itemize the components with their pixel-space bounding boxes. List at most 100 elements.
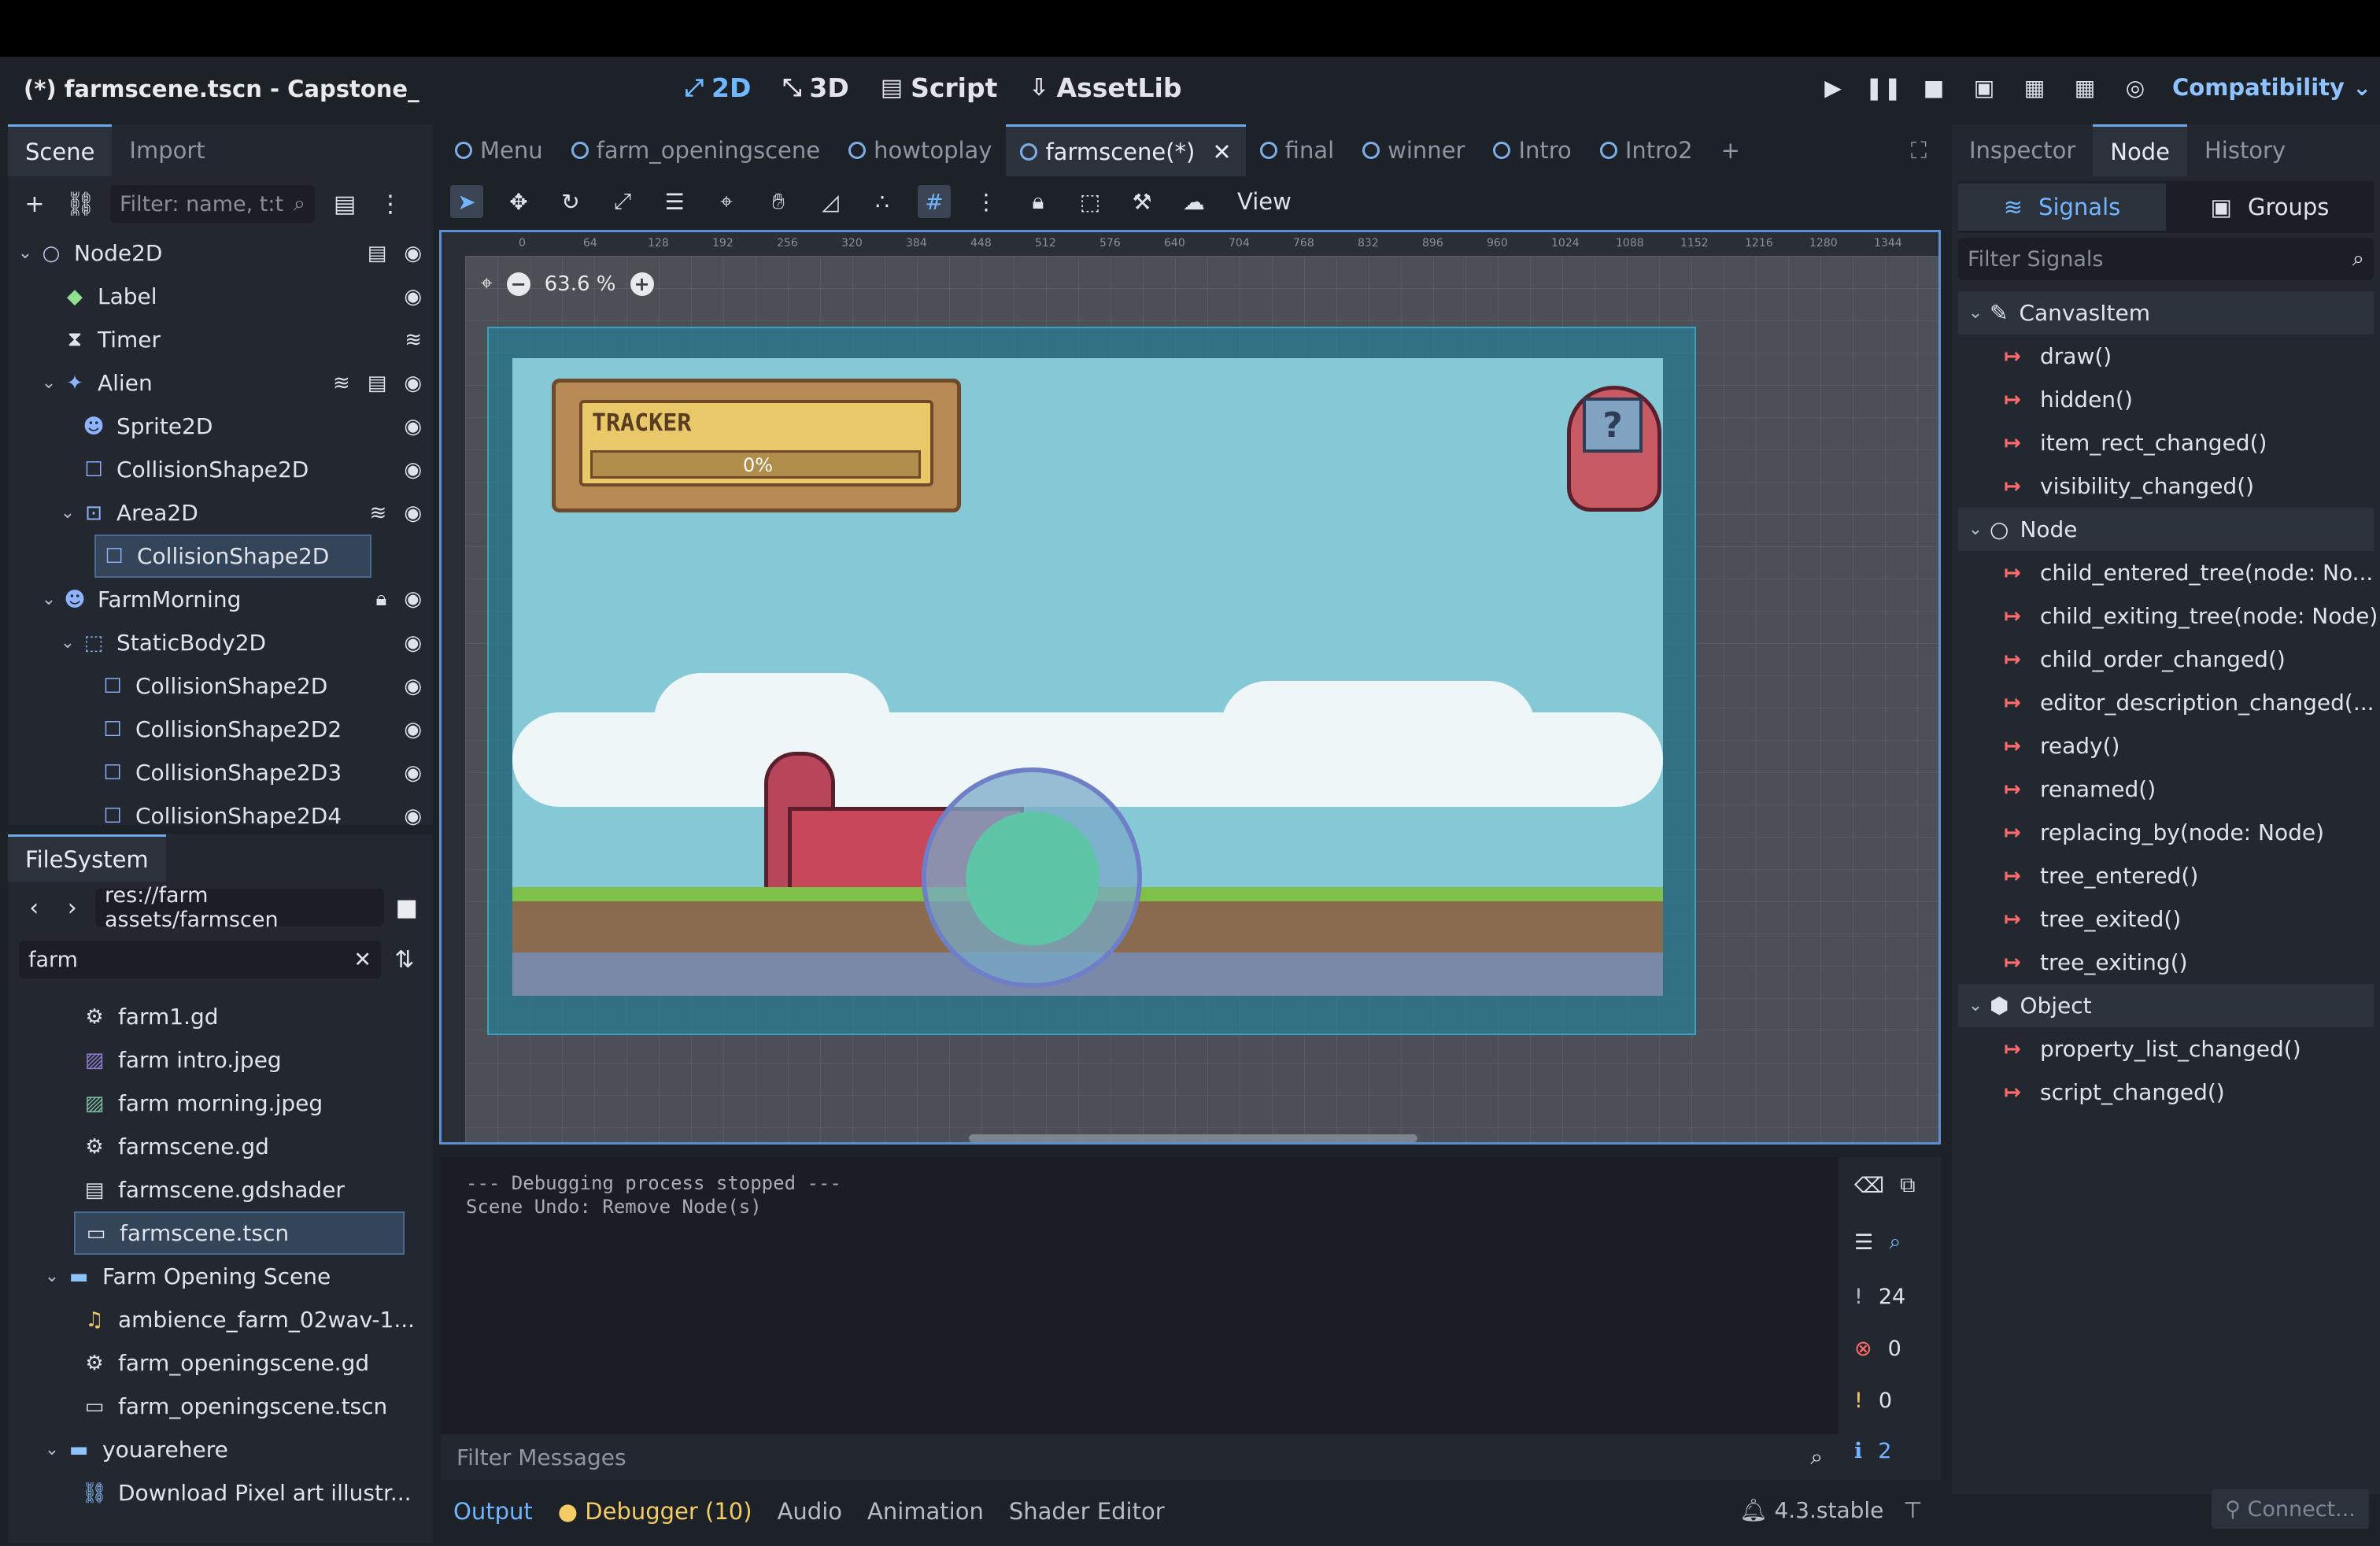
canvas-viewport[interactable]: 0 64 128 192 256 320 384 448 512 576 640 704 768 832 8… [439, 230, 1941, 1145]
visibility-eye-icon[interactable]: ◉ [404, 718, 422, 742]
pan-mode-button[interactable]: ✋︎ [762, 185, 795, 218]
zoom-in-button[interactable]: + [630, 272, 654, 296]
copy-icon[interactable]: ⧉ [1900, 1173, 1915, 1198]
signal-item[interactable]: ↦ tree_exiting() [1952, 941, 2380, 984]
tab-debugger[interactable]: ● Debugger (10) [558, 1498, 752, 1525]
tab-menu[interactable]: Menu [441, 124, 557, 176]
collapse-icon[interactable]: ☰ [1854, 1230, 1873, 1255]
signal-item[interactable]: ↦ script_changed() [1952, 1071, 2380, 1114]
signal-item[interactable]: ↦ editor_description_changed(... [1952, 681, 2380, 724]
tab-inspector[interactable]: Inspector [1952, 124, 2093, 176]
script-icon[interactable]: ▤ [368, 242, 387, 265]
tree-item-alien[interactable]: ⌄ ✦ Alien ≋ ▤ ◉ [8, 361, 433, 405]
visibility-eye-icon[interactable]: ◉ [404, 587, 422, 612]
file-item-farmscene-tscn[interactable]: ▭ farmscene.tscn [74, 1211, 405, 1255]
signal-icon[interactable]: ≋ [405, 328, 422, 352]
layout-toggle-button[interactable]: ■ [392, 892, 422, 923]
connect-button[interactable]: ⚲ Connect... [2212, 1489, 2369, 1529]
tab-filesystem[interactable]: FileSystem [8, 834, 166, 882]
horizontal-scrollbar[interactable] [969, 1134, 1417, 1142]
signal-item[interactable]: ↦ replacing_by(node: Node) [1952, 811, 2380, 854]
script-icon[interactable]: ▤ [368, 372, 387, 395]
stop-button[interactable]: ■ [1919, 72, 1949, 102]
instance-scene-button[interactable]: ⛓ [65, 188, 96, 220]
view-menu[interactable]: View [1237, 188, 1292, 215]
3d-button[interactable]: ⤡ 3D [782, 72, 848, 103]
2d-button[interactable]: ⤢ 2D [685, 72, 751, 103]
file-item-download-pixel-art[interactable]: ⛓ Download Pixel art illustr... [8, 1471, 433, 1515]
pause-button[interactable]: ❚❚ [1865, 72, 1902, 102]
signal-group-object[interactable]: ⌄ ⬢ Object [1958, 984, 2374, 1027]
search-icon[interactable]: ⌕ [1889, 1230, 1901, 1255]
snap-options-button[interactable]: ⋮ [970, 185, 1003, 218]
add-node-button[interactable]: + [19, 188, 50, 220]
tab-farm-openingscene[interactable]: farm_openingscene [557, 124, 834, 176]
visibility-eye-icon[interactable]: ◉ [404, 631, 422, 655]
tab-shader-editor[interactable]: Shader Editor [1009, 1498, 1165, 1525]
grid-snap-button[interactable]: # [918, 185, 951, 218]
signal-item[interactable]: ↦ property_list_changed() [1952, 1027, 2380, 1071]
play-scene-button[interactable]: ▦ [2020, 72, 2049, 102]
smart-snap-button[interactable]: ∴ [866, 185, 899, 218]
scale-mode-button[interactable]: ⤢ [606, 185, 639, 218]
visibility-eye-icon[interactable]: ◉ [404, 804, 422, 828]
close-icon[interactable]: ✕ [353, 948, 371, 972]
move-mode-button[interactable]: ✥ [502, 185, 535, 218]
signal-item[interactable]: ↦ child_order_changed() [1952, 638, 2380, 681]
tree-item-collisionshape2d2[interactable]: ☐ CollisionShape2D2 ◉ [8, 708, 433, 751]
tab-scene[interactable]: Scene [8, 124, 113, 176]
forward-button[interactable]: › [57, 892, 87, 923]
zoom-level[interactable]: 63.6 % [545, 272, 616, 296]
clear-icon[interactable]: ⌫ [1854, 1174, 1884, 1198]
file-item-farm-openingscene-tscn[interactable]: ▭ farm_openingscene.tscn [8, 1385, 433, 1428]
movie-maker-button[interactable]: ◎ [2120, 72, 2150, 102]
tree-item-sprite2d[interactable]: ☻ Sprite2D ◉ [8, 405, 433, 448]
signal-item[interactable]: ↦ child_exiting_tree(node: Node) [1952, 594, 2380, 638]
scene-menu-button[interactable]: ⋮ [375, 188, 406, 220]
play-button[interactable]: ▶ [1818, 72, 1848, 102]
tab-import[interactable]: Import [112, 124, 222, 176]
signal-item[interactable]: ↦ renamed() [1952, 767, 2380, 811]
visibility-eye-icon[interactable]: ◉ [404, 415, 422, 438]
pivot-mode-button[interactable]: ⌖ [710, 185, 743, 218]
file-search-input[interactable]: farm ✕ [19, 941, 381, 978]
tracker-panel[interactable]: TRACKER 0% [552, 379, 961, 512]
back-button[interactable]: ‹ [19, 892, 49, 923]
lock-button[interactable]: 🔒︎ [1022, 185, 1055, 218]
tab-final[interactable]: final [1246, 124, 1348, 176]
list-select-button[interactable]: ☰ [658, 185, 691, 218]
tree-item-staticbody2d[interactable]: ⌄ ⬚ StaticBody2D ◉ [8, 621, 433, 664]
signal-item[interactable]: ↦ item_rect_changed() [1952, 421, 2380, 464]
tree-item-timer[interactable]: ⧗ Timer ≋ [8, 318, 433, 361]
signals-tab[interactable]: ≋ Signals [1958, 183, 2166, 231]
signal-item[interactable]: ↦ hidden() [1952, 378, 2380, 421]
zoom-out-button[interactable]: − [506, 272, 530, 296]
add-tab-button[interactable]: + [1707, 124, 1754, 176]
signal-item[interactable]: ↦ tree_exited() [1952, 897, 2380, 941]
folder-farm-opening-scene[interactable]: ⌄ ▬ Farm Opening Scene [8, 1255, 433, 1298]
groups-tab[interactable]: ▣ Groups [2166, 183, 2374, 231]
assetlib-button[interactable]: ⇩ AssetLib [1029, 72, 1181, 103]
tree-item-area2d[interactable]: ⌄ ⊡ Area2D ≋ ◉ [8, 491, 433, 534]
file-item-ambience[interactable]: ♫ ambience_farm_02wav-1... [8, 1298, 433, 1341]
signal-item[interactable]: ↦ draw() [1952, 335, 2380, 378]
errors-toggle[interactable]: ⊗ 0 [1854, 1337, 1901, 1361]
visibility-eye-icon[interactable]: ◉ [404, 372, 422, 395]
center-view-icon[interactable]: ⌖ [481, 272, 493, 296]
visibility-eye-icon[interactable]: ◉ [404, 242, 422, 265]
tab-intro2[interactable]: Intro2 [1586, 124, 1707, 176]
filter-signals-input[interactable]: Filter Signals ⌕ [1958, 238, 2374, 280]
script-button[interactable]: ▤ Script [881, 72, 998, 103]
alien-sprite[interactable] [922, 767, 1142, 988]
file-item-farm-morning-jpeg[interactable]: ▨ farm morning.jpeg [8, 1082, 433, 1125]
attach-script-button[interactable]: ▤ [329, 188, 360, 220]
visibility-eye-icon[interactable]: ◉ [404, 761, 422, 785]
messages-toggle[interactable]: ! 24 [1854, 1285, 1905, 1309]
signal-item[interactable]: ↦ tree_entered() [1952, 854, 2380, 897]
signal-item[interactable]: ↦ child_entered_tree(node: No... [1952, 551, 2380, 594]
remote-debug-button[interactable]: ▣ [1969, 72, 1999, 102]
tab-howtoplay[interactable]: howtoplay [834, 124, 1006, 176]
file-item-farm1-gd[interactable]: ⚙ farm1.gd [8, 995, 433, 1038]
ruler-mode-button[interactable]: ◿ [814, 185, 847, 218]
pin-panel-icon[interactable]: ⊤ [1903, 1497, 1922, 1523]
